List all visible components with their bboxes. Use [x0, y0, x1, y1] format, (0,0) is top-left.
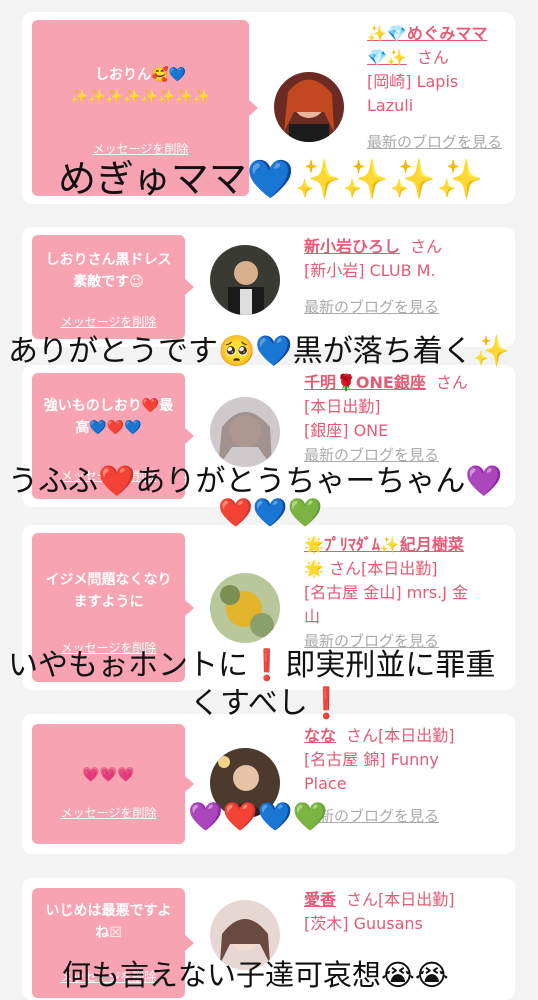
honorific: 🌟 さん[本日出勤]: [304, 559, 438, 578]
delete-message-link[interactable]: メッセージを削除: [32, 804, 185, 821]
sender-info: ✨💎めぐみママ💎✨ さん [岡崎] Lapis Lazuli 最新のブログを見る: [367, 22, 507, 154]
message-bubble: 💗💗💗 メッセージを削除: [32, 724, 194, 844]
avatar[interactable]: [210, 245, 280, 315]
sender-info: 🌟ﾌﾟﾘﾏﾀﾞﾑ✨紀月樹菜 🌟 さん[本日出勤] [名古屋 金山] mrs.J …: [304, 533, 509, 653]
store-line: [本日出勤]: [304, 397, 381, 416]
message-bubble: しおりさん黒ドレス素敵です😉 メッセージを削除: [32, 235, 194, 339]
sender-name-link[interactable]: 新小岩ひろし: [304, 237, 400, 256]
store-line: [岡崎] Lapis: [367, 72, 459, 91]
sender-info: なな さん[本日出勤] [名古屋 錦] Funny Place 最新のブログを見る: [304, 724, 509, 828]
message-text: しおりさん黒ドレス素敵です😉: [45, 252, 172, 290]
overlay-caption: 何も言えない子達可哀想😭😭: [62, 958, 449, 992]
overlay-caption: ❤️💙💚: [218, 496, 323, 529]
store-line: [名古屋 錦] Funny: [304, 750, 439, 769]
message-text: いじめは最悪ですよね☒: [45, 903, 172, 941]
honorific: さん: [435, 373, 468, 392]
avatar[interactable]: [274, 72, 344, 142]
comment-card: 💗💗💗 メッセージを削除 なな さん[本日出勤] [名古屋 錦] Funny Pl…: [22, 714, 515, 854]
store-line: [銀座] ONE: [304, 421, 389, 440]
latest-blog-link[interactable]: 最新のブログを見る: [304, 298, 439, 316]
sender-name-link[interactable]: 千明🌹ONE銀座: [304, 373, 426, 392]
store-line: [新小岩] CLUB M.: [304, 261, 436, 280]
sender-name-link[interactable]: なな: [304, 726, 336, 745]
sender-info: 新小岩ひろし さん [新小岩] CLUB M. 最新のブログを見る: [304, 235, 509, 319]
sender-info: 愛香 さん[本日出勤] [茨木] Guusans: [304, 888, 509, 936]
store-line: 山: [304, 607, 321, 626]
honorific: さん: [410, 237, 443, 256]
sender-info: 千明🌹ONE銀座 さん [本日出勤] [銀座] ONE 最新のブログを見る: [304, 371, 509, 467]
store-line: Place: [304, 774, 347, 793]
sender-name-link[interactable]: 🌟ﾌﾟﾘﾏﾀﾞﾑ✨紀月樹菜: [304, 535, 464, 554]
honorific: さん[本日出勤]: [346, 890, 455, 909]
store-line: [名古屋 金山] mrs.J 金: [304, 583, 469, 602]
avatar[interactable]: [210, 573, 280, 643]
overlay-caption: くすべし❗: [190, 686, 346, 721]
sender-name-link[interactable]: 愛香: [304, 890, 336, 909]
message-text: イジメ問題なくなりますように: [45, 572, 172, 610]
store-line: [茨木] Guusans: [304, 914, 423, 933]
honorific: さん: [416, 48, 449, 67]
overlay-caption: うふふ❤️ありがとうちゃーちゃん💜: [8, 464, 503, 499]
store-line: Lazuli: [367, 96, 414, 115]
message-text: 強いものしおり❤️最高💙❤️💙: [43, 398, 174, 436]
message-text: 💗💗💗: [82, 767, 135, 783]
message-text: しおりん🥰💙 ✨✨✨✨✨✨✨✨: [70, 67, 211, 105]
overlay-caption: 💜❤️💙💚: [188, 800, 328, 833]
overlay-caption: ありがとうです🥺💙黒が落ち着く✨: [8, 334, 511, 369]
overlay-caption: めぎゅママ💙✨✨✨✨: [58, 157, 484, 201]
honorific: さん[本日出勤]: [346, 726, 455, 745]
